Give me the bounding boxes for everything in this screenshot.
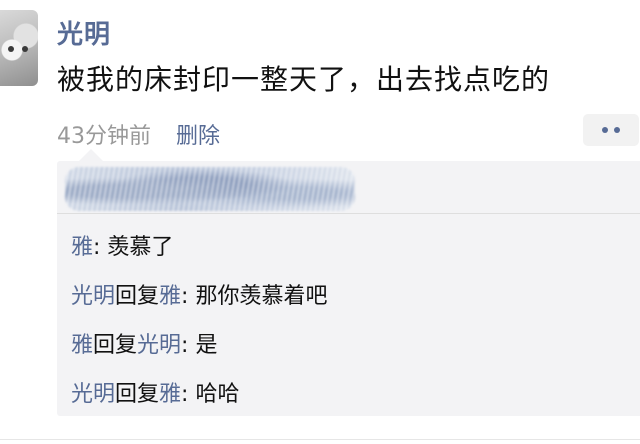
comment-author[interactable]: 雅 (71, 333, 93, 358)
more-actions-button[interactable] (583, 114, 639, 146)
comment-separator: : (181, 284, 196, 309)
post-meta-row: 43分钟前 删除 (57, 118, 220, 150)
more-dots-icon (614, 127, 620, 133)
reply-word: 回复 (115, 284, 160, 309)
reply-word: 回复 (115, 382, 160, 407)
post-time: 43分钟前 (57, 124, 151, 149)
comment-item[interactable]: 光明回复雅: 那你羡慕着吧 (71, 278, 327, 310)
avatar[interactable] (0, 10, 38, 86)
comment-author[interactable]: 光明 (71, 284, 115, 309)
delete-link[interactable]: 删除 (176, 124, 220, 149)
avatar-eye-left (8, 46, 14, 52)
censored-likes-blur (65, 167, 355, 211)
comment-separator: : (181, 382, 196, 407)
reply-target[interactable]: 雅 (159, 284, 181, 309)
avatar-eye-right (22, 46, 28, 52)
comment-author[interactable]: 光明 (71, 382, 115, 407)
divider (0, 439, 640, 440)
post-username[interactable]: 光明 (57, 14, 111, 51)
more-dots-icon (602, 127, 608, 133)
comment-separator: : (93, 235, 108, 260)
comment-text: 羡慕了 (107, 235, 174, 260)
comment-text: 是 (195, 333, 218, 358)
comment-text: 那你羡慕着吧 (195, 284, 328, 309)
comment-item[interactable]: 光明回复雅: 哈哈 (71, 376, 239, 408)
reply-word: 回复 (93, 333, 138, 358)
likes-area (57, 161, 640, 214)
comment-separator: : (181, 333, 196, 358)
comment-panel: 雅: 羡慕了 光明回复雅: 那你羡慕着吧 雅回复光明: 是 光明回复雅: 哈哈 (57, 149, 640, 416)
reply-target[interactable]: 雅 (159, 382, 181, 407)
reply-target[interactable]: 光明 (137, 333, 181, 358)
comment-author[interactable]: 雅 (71, 235, 93, 260)
post-text: 被我的床封印一整天了，出去找点吃的 (57, 63, 551, 96)
comment-item[interactable]: 雅回复光明: 是 (71, 327, 217, 359)
comment-text: 哈哈 (195, 382, 240, 407)
comment-item[interactable]: 雅: 羡慕了 (71, 229, 173, 261)
